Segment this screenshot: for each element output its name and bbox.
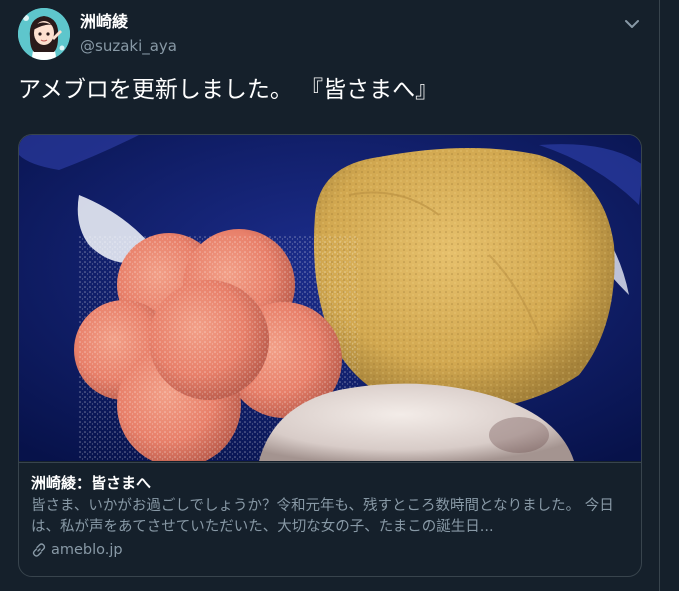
- card-description: 皆さま、いかがお過ごしでしょうか？令和元年も、残すところ数時間となりました。 今…: [31, 498, 614, 535]
- card-domain: ameblo.jp: [31, 542, 629, 558]
- card-image: [19, 135, 641, 467]
- display-name[interactable]: 洲崎綾: [80, 12, 177, 32]
- card-body: 洲崎綾：皆さまへ 皆さま、いかがお過ごしでしょうか？令和元年も、残すところ数時間…: [19, 462, 641, 576]
- link-icon: [31, 542, 47, 558]
- tweet: 洲崎綾 @suzaki_aya アメブロを更新しました。 『皆さまへ』 洲崎綾：…: [0, 0, 660, 591]
- user-handle[interactable]: @suzaki_aya: [80, 36, 177, 56]
- card-title: 洲崎綾：皆さまへ: [31, 474, 152, 492]
- avatar[interactable]: [18, 8, 70, 60]
- chevron-down-icon[interactable]: [620, 12, 644, 36]
- card-domain-text: ameblo.jp: [51, 542, 123, 558]
- user-names: 洲崎綾 @suzaki_aya: [80, 12, 177, 56]
- tweet-text: アメブロを更新しました。 『皆さまへ』: [18, 77, 439, 103]
- link-card[interactable]: 洲崎綾：皆さまへ 皆さま、いかがお過ごしでしょうか？令和元年も、残すところ数時間…: [18, 134, 642, 577]
- tweet-header: 洲崎綾 @suzaki_aya: [18, 8, 648, 64]
